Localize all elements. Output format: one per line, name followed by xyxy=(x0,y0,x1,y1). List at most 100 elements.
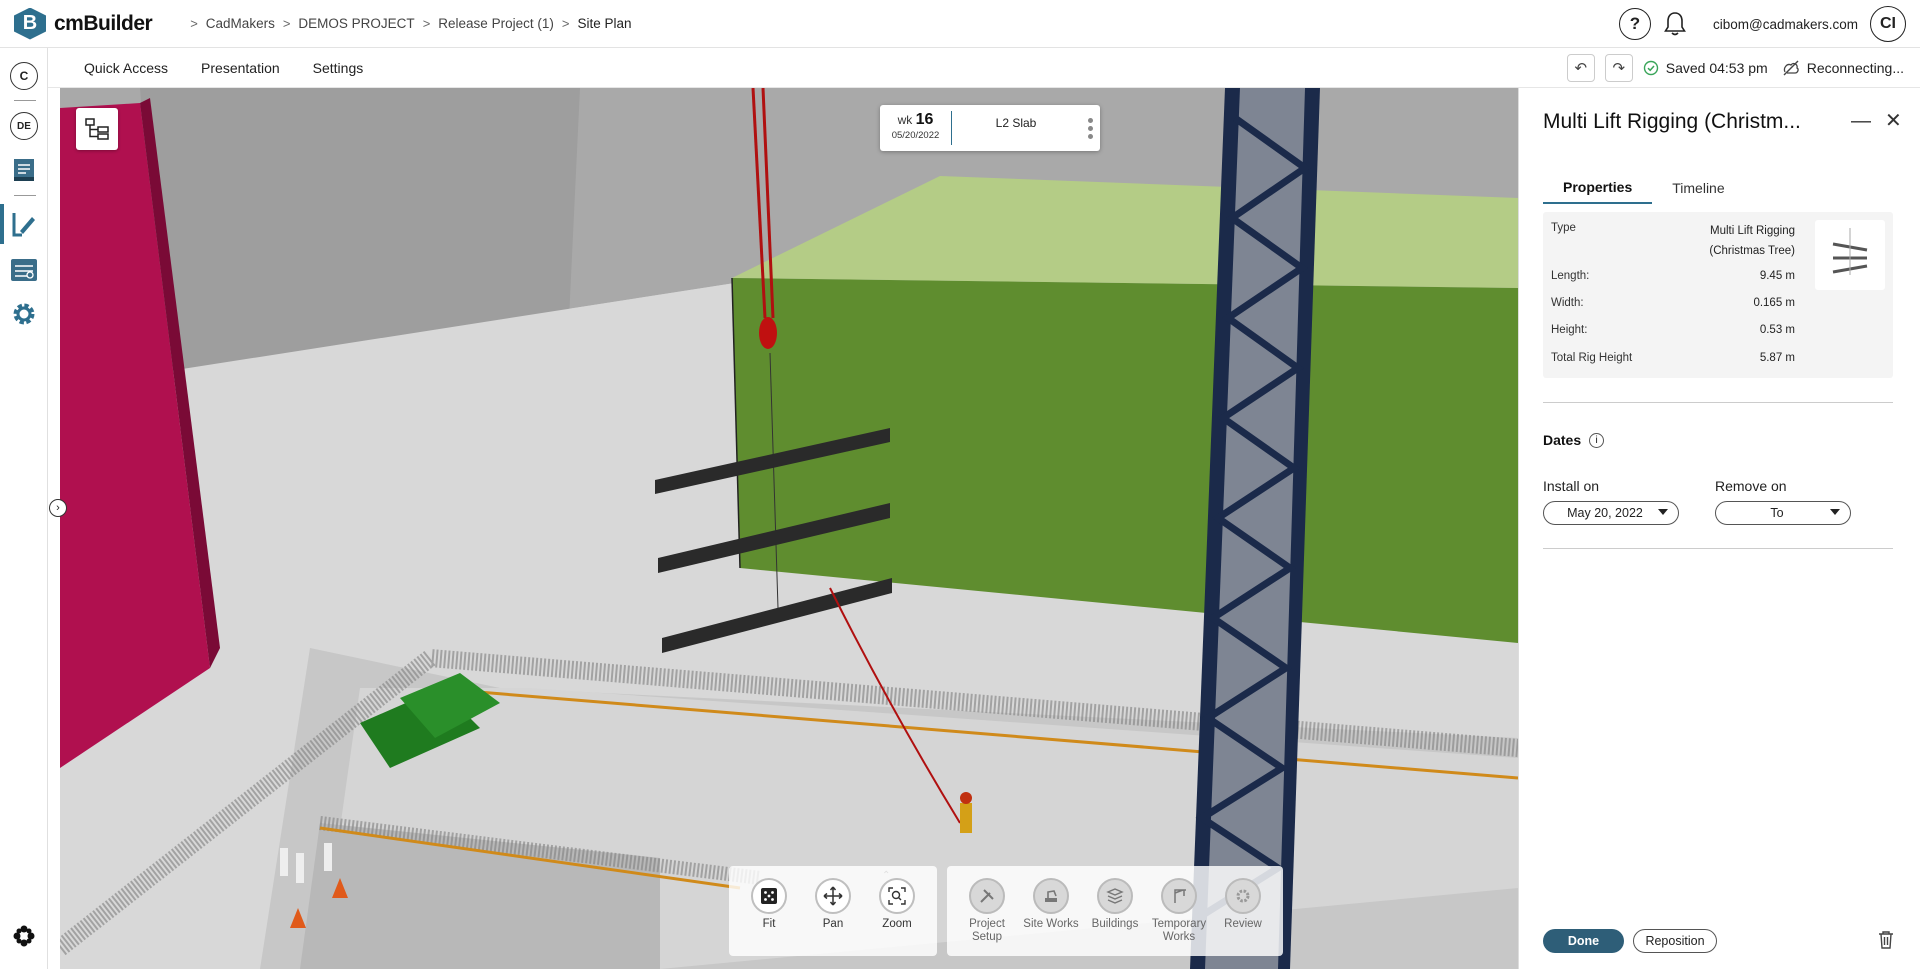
trash-icon[interactable] xyxy=(1877,930,1897,952)
menu-quick-access[interactable]: Quick Access xyxy=(84,60,168,76)
project-setup-label: Project Setup xyxy=(969,918,1005,943)
review-label: Review xyxy=(1224,918,1262,930)
property-label: Total Rig Height xyxy=(1551,352,1633,364)
breadcrumb-item-company[interactable]: CadMakers xyxy=(206,16,275,31)
property-row: Width: 0.165 m xyxy=(1551,297,1795,309)
install-on-label: Install on xyxy=(1543,478,1600,494)
zoom-icon xyxy=(879,878,915,914)
connection-status: Reconnecting... xyxy=(1806,60,1904,76)
fit-tool[interactable]: Fit xyxy=(737,878,801,956)
property-label: Height: xyxy=(1551,324,1588,336)
undo-icon[interactable]: ↶ xyxy=(1566,54,1595,82)
panel-title: Multi Lift Rigging (Christm... xyxy=(1543,110,1801,133)
site-works-label: Site Works xyxy=(1023,918,1079,930)
dropdown-arrow-icon xyxy=(1658,509,1668,515)
check-circle-icon xyxy=(1643,60,1658,76)
done-button[interactable]: Done xyxy=(1543,929,1624,953)
property-value: 0.165 m xyxy=(1753,297,1795,309)
property-value: Multi Lift Rigging (Christmas Tree) xyxy=(1709,225,1795,257)
chevron-right-icon: > xyxy=(561,16,570,31)
milestone-label: L2 Slab xyxy=(995,116,1037,130)
property-row: Total Rig Height 5.87 m xyxy=(1551,352,1795,364)
gear-icon[interactable] xyxy=(8,298,40,330)
week-prefix: wk xyxy=(897,113,913,127)
remove-date-select[interactable]: To xyxy=(1715,501,1851,525)
wrench-icon xyxy=(969,878,1005,914)
minimize-icon[interactable]: — xyxy=(1851,110,1871,133)
sections-group: Project Setup Site Works Buildings Tempo… xyxy=(947,866,1283,956)
more-options-icon[interactable] xyxy=(1080,117,1100,139)
divider xyxy=(1543,548,1893,549)
company-badge-label: C xyxy=(10,62,38,90)
project-setup-tool[interactable]: Project Setup xyxy=(955,878,1019,956)
divider xyxy=(1543,402,1893,403)
week-number: 16 xyxy=(915,111,934,128)
property-value: 0.53 m xyxy=(1759,324,1795,336)
property-value: 5.87 m xyxy=(1759,352,1795,364)
panel-tabs: Properties Timeline xyxy=(1543,172,1895,204)
bell-icon[interactable] xyxy=(1659,8,1691,40)
temporary-works-tool[interactable]: Temporary Works xyxy=(1147,878,1211,956)
install-date-select[interactable]: May 20, 2022 xyxy=(1543,501,1679,525)
dates-title: Dates xyxy=(1543,432,1582,448)
hierarchy-icon xyxy=(85,118,109,140)
view-tools-group: Fit Pan Zoom xyxy=(729,866,937,956)
apps-grid-icon[interactable] xyxy=(8,920,40,952)
user-badge[interactable]: DE xyxy=(8,110,40,142)
scene-tree-button[interactable] xyxy=(76,108,118,150)
property-label: Type xyxy=(1551,222,1576,234)
expand-panel-icon[interactable]: › xyxy=(49,499,67,517)
buildings-tool[interactable]: Buildings xyxy=(1083,878,1147,956)
properties-table: Type Multi Lift Rigging (Christmas Tree)… xyxy=(1543,212,1893,378)
breadcrumb-item-project[interactable]: DEMOS PROJECT xyxy=(298,16,414,31)
redo-icon[interactable]: ↷ xyxy=(1604,54,1633,82)
property-label: Length: xyxy=(1551,270,1590,282)
top-bar: B cmBuilder > CadMakers > DEMOS PROJECT … xyxy=(0,0,1920,48)
buildings-label: Buildings xyxy=(1091,918,1139,930)
zoom-tool[interactable]: Zoom xyxy=(865,878,929,956)
document-icon[interactable] xyxy=(8,154,40,186)
logo-mark: B xyxy=(14,7,46,40)
menu-settings[interactable]: Settings xyxy=(313,60,364,76)
property-row: Type Multi Lift Rigging (Christmas Tree) xyxy=(1551,222,1795,261)
tab-timeline[interactable]: Timeline xyxy=(1652,172,1744,204)
site-plan-edit-icon[interactable] xyxy=(8,208,40,240)
saved-status: Saved 04:53 pm xyxy=(1665,60,1768,76)
fit-icon xyxy=(751,878,787,914)
review-tool[interactable]: Review xyxy=(1211,878,1275,956)
menu-presentation[interactable]: Presentation xyxy=(201,60,280,76)
info-icon[interactable]: i xyxy=(1589,432,1605,448)
remove-on-label: Remove on xyxy=(1715,478,1787,494)
chevron-right-icon: > xyxy=(282,16,291,31)
company-badge[interactable]: C xyxy=(8,60,40,92)
app-logo[interactable]: B cmBuilder xyxy=(14,7,153,40)
avatar[interactable]: CI xyxy=(1870,6,1906,42)
3d-viewport[interactable] xyxy=(60,88,1518,969)
secondary-menu-bar: Quick Access Presentation Settings ↶ ↷ S… xyxy=(48,48,1920,88)
app-name: cmBuilder xyxy=(54,11,153,35)
crane-icon xyxy=(1161,878,1197,914)
schedule-icon[interactable] xyxy=(8,254,40,286)
close-icon[interactable]: ✕ xyxy=(1885,108,1902,133)
header-actions: ? cibom@cadmakers.com CI xyxy=(1619,6,1906,42)
rigging-thumbnail xyxy=(1815,220,1885,290)
move-arrows-icon xyxy=(815,878,851,914)
active-indicator xyxy=(0,204,4,244)
site-3d-scene[interactable] xyxy=(60,88,1518,969)
dropdown-arrow-icon xyxy=(1830,509,1840,515)
crane-hook xyxy=(759,317,777,349)
user-email[interactable]: cibom@cadmakers.com xyxy=(1713,17,1858,32)
rail-divider xyxy=(14,195,36,196)
breadcrumb-item-release[interactable]: Release Project (1) xyxy=(438,16,554,31)
site-works-tool[interactable]: Site Works xyxy=(1019,878,1083,956)
week-indicator[interactable]: wk 16 05/20/2022 L2 Slab xyxy=(880,105,1100,151)
property-row: Length: 9.45 m xyxy=(1551,270,1795,282)
save-status-area: ↶ ↷ Saved 04:53 pm Reconnecting... xyxy=(1566,48,1904,88)
pan-tool[interactable]: Pan xyxy=(801,878,865,956)
help-icon[interactable]: ? xyxy=(1619,8,1651,40)
week-date: 05/20/2022 xyxy=(891,130,940,141)
pan-label: Pan xyxy=(822,918,844,930)
tab-properties[interactable]: Properties xyxy=(1543,172,1653,204)
reposition-button[interactable]: Reposition xyxy=(1633,929,1717,953)
dates-heading: Dates i xyxy=(1543,432,1605,448)
